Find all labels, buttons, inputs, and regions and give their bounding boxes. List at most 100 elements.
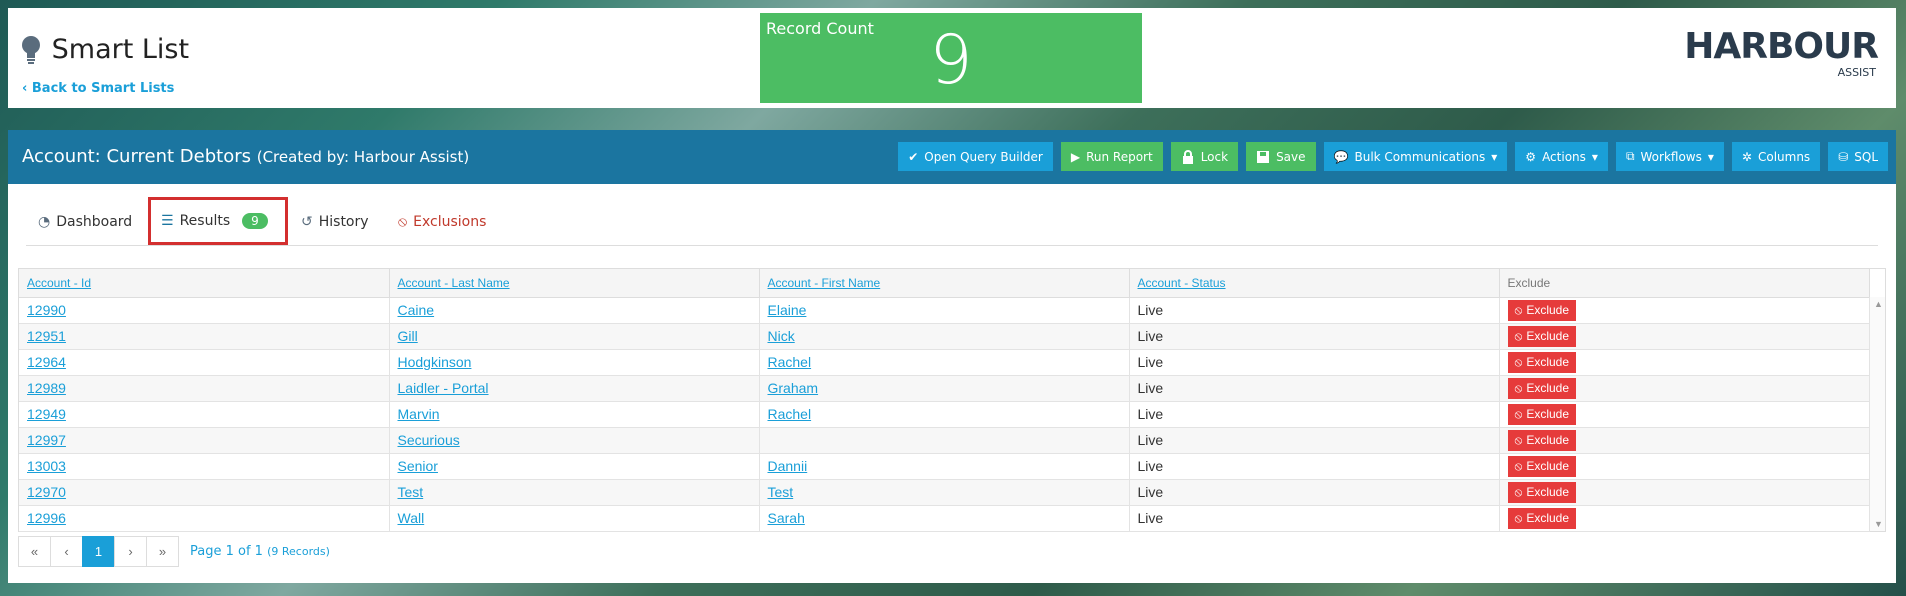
account-id-link[interactable]: 12964 [27,354,66,370]
run-report-button[interactable]: ▶ Run Report [1060,142,1163,171]
bulk-communications-button[interactable]: 💬 Bulk Communications ▾ [1323,142,1508,171]
last-name-link[interactable]: Test [398,484,424,500]
last-name-link[interactable]: Senior [398,458,438,474]
last-page-button[interactable]: » [146,536,179,567]
exclude-button[interactable]: ⦸ Exclude [1507,481,1577,503]
ban-icon: ⦸ [398,214,408,230]
cell-exclude: ⦸ Exclude [1499,349,1870,376]
header-first-name[interactable]: Account - First Name [759,269,1130,298]
workflows-button[interactable]: ⧉ Workflows ▾ [1615,142,1724,171]
gear-icon: ✲ [1741,149,1752,164]
account-id-link[interactable]: 13003 [27,458,66,474]
lock-icon [1182,149,1193,164]
cell-account-id: 12996 [19,505,390,532]
sort-account-id-link[interactable]: Account - Id [27,276,91,290]
columns-label: Columns [1757,149,1811,164]
table-header-row: Account - Id Account - Last Name Account… [19,269,1870,298]
ban-icon: ⦸ [1514,432,1523,447]
exclude-button[interactable]: ⦸ Exclude [1507,299,1577,321]
previous-page-button[interactable]: ‹ [50,536,83,567]
actions-icon: ⚙ [1525,149,1537,164]
header-panel: Smart List ‹ Back to Smart Lists Record … [8,8,1896,108]
open-query-builder-button[interactable]: ✔ Open Query Builder [898,142,1053,171]
last-name-link[interactable]: Securious [398,432,460,448]
logo-main-text: HARBOUR [1684,26,1879,67]
ban-icon: ⦸ [1514,510,1523,525]
account-id-link[interactable]: 12996 [27,510,66,526]
account-id-link[interactable]: 12970 [27,484,66,500]
columns-button[interactable]: ✲ Columns [1731,142,1821,171]
sort-status-link[interactable]: Account - Status [1138,276,1226,290]
cell-account-id: 12951 [19,323,390,350]
back-to-smart-lists-link[interactable]: ‹ Back to Smart Lists [22,81,174,96]
ban-icon: ⦸ [1514,484,1523,499]
cell-account-id: 12970 [19,479,390,506]
last-name-link[interactable]: Hodgkinson [398,354,472,370]
next-page-button[interactable]: › [114,536,147,567]
exclude-button[interactable]: ⦸ Exclude [1507,351,1577,373]
cell-account-id: 12989 [19,375,390,402]
exclude-button[interactable]: ⦸ Exclude [1507,403,1577,425]
title-area: Smart List [20,34,189,65]
scroll-up-arrow-icon[interactable]: ▲ [1874,299,1883,309]
account-id-link[interactable]: 12997 [27,432,66,448]
tab-results-label: Results [179,213,231,229]
first-name-link[interactable]: Nick [768,328,795,344]
ban-icon: ⦸ [1514,354,1523,369]
lock-button[interactable]: Lock [1170,142,1239,171]
save-button[interactable]: Save [1246,142,1316,171]
scroll-down-arrow-icon[interactable]: ▼ [1874,519,1883,529]
table-body: 12990 Caine Elaine Live ⦸ Exclude 12951 Gill Nic… [19,297,1870,532]
tab-dashboard[interactable]: ◔ Dashboard [38,202,132,242]
exclude-button[interactable]: ⦸ Exclude [1507,325,1577,347]
last-name-link[interactable]: Marvin [398,406,440,422]
header-account-id[interactable]: Account - Id [19,269,390,298]
record-count-card: Record Count 9 [760,13,1142,103]
vertical-scrollbar[interactable]: ▲ ▼ [1869,297,1885,531]
account-id-link[interactable]: 12951 [27,328,66,344]
page-1-button[interactable]: 1 [82,536,115,567]
exclude-label: Exclude [1526,303,1570,317]
cell-exclude: ⦸ Exclude [1499,323,1870,350]
sql-label: SQL [1854,149,1878,164]
list-name: Account: Current Debtors [22,146,251,167]
header-last-name[interactable]: Account - Last Name [389,269,760,298]
last-name-link[interactable]: Caine [398,302,435,318]
account-id-link[interactable]: 12990 [27,302,66,318]
exclude-button[interactable]: ⦸ Exclude [1507,507,1577,529]
cell-status: Live [1129,479,1500,506]
first-name-link[interactable]: Rachel [768,406,812,422]
actions-button[interactable]: ⚙ Actions ▾ [1515,142,1608,171]
first-name-link[interactable]: Elaine [768,302,807,318]
cell-first-name: Rachel [759,401,1130,428]
tab-results[interactable]: ☰ Results 9 [148,197,288,245]
header-status[interactable]: Account - Status [1129,269,1500,298]
first-name-link[interactable]: Graham [768,380,819,396]
exclude-button[interactable]: ⦸ Exclude [1507,377,1577,399]
table-row: 12989 Laidler - Portal Graham Live ⦸ Exclude [19,375,1870,402]
chevron-left-icon: ‹ [22,81,32,96]
cell-first-name: Elaine [759,297,1130,324]
account-id-link[interactable]: 12989 [27,380,66,396]
first-name-link[interactable]: Test [768,484,794,500]
cell-first-name: Rachel [759,349,1130,376]
sql-button[interactable]: ⛁ SQL [1828,142,1888,171]
first-page-button[interactable]: « [18,536,51,567]
account-id-link[interactable]: 12949 [27,406,66,422]
pagination: « ‹ 1 › » Page 1 of 1 (9 Records) [18,536,330,567]
sort-first-name-link[interactable]: Account - First Name [768,276,881,290]
last-name-link[interactable]: Laidler - Portal [398,380,489,396]
cell-first-name [759,427,1130,454]
sort-last-name-link[interactable]: Account - Last Name [398,276,510,290]
exclude-button[interactable]: ⦸ Exclude [1507,429,1577,451]
first-name-link[interactable]: Dannii [768,458,808,474]
last-name-link[interactable]: Gill [398,328,418,344]
first-name-link[interactable]: Rachel [768,354,812,370]
tab-exclusions[interactable]: ⦸ Exclusions [398,202,486,242]
tab-history[interactable]: ↺ History [301,202,369,242]
exclude-button[interactable]: ⦸ Exclude [1507,455,1577,477]
bulk-communications-label: Bulk Communications [1354,149,1486,164]
first-name-link[interactable]: Sarah [768,510,805,526]
last-name-link[interactable]: Wall [398,510,425,526]
cell-exclude: ⦸ Exclude [1499,453,1870,480]
